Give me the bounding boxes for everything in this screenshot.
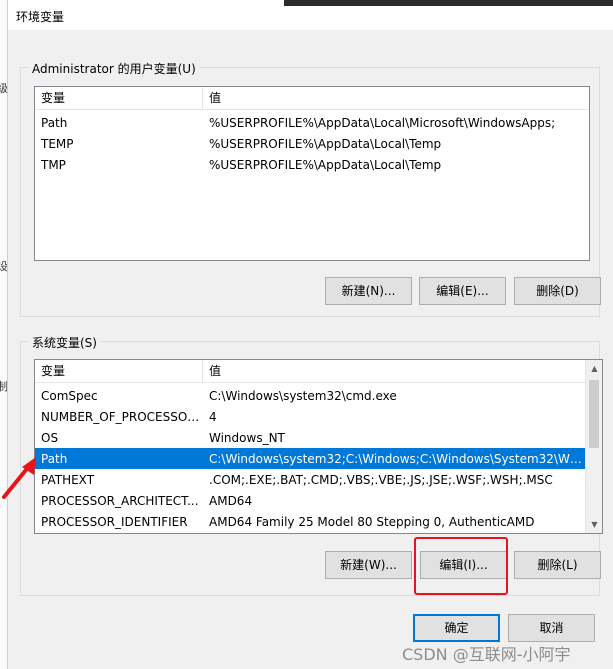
table-row[interactable]: TMP %USERPROFILE%\AppData\Local\Temp: [35, 154, 589, 175]
variable-name: ComSpec: [41, 388, 98, 403]
table-row[interactable]: NUMBER_OF_PROCESSORS 4: [35, 406, 586, 427]
table-row[interactable]: PROCESSOR_IDENTIFIER AMD64 Family 25 Mod…: [35, 511, 586, 532]
system-variables-label: 系统变量(S): [29, 334, 100, 351]
variable-value: Windows_NT: [209, 430, 285, 445]
variable-value: .COM;.EXE;.BAT;.CMD;.VBS;.VBE;.JS;.JSE;.…: [209, 472, 553, 487]
variable-name: Path: [41, 115, 68, 130]
table-row[interactable]: PATHEXT .COM;.EXE;.BAT;.CMD;.VBS;.VBE;.J…: [35, 469, 586, 490]
variable-value: %USERPROFILE%\AppData\Local\Temp: [209, 157, 442, 172]
variable-name: NUMBER_OF_PROCESSORS: [41, 409, 203, 424]
variable-name: PATHEXT: [41, 472, 95, 487]
variable-name: Path: [41, 451, 68, 466]
variable-name: PROCESSOR_ARCHITECT...: [41, 493, 199, 508]
csdn-watermark: CSDN @互联网-小阿宇: [402, 645, 571, 664]
red-arrow-icon: [2, 457, 36, 499]
variable-value: AMD64 Family 25 Model 80 Stepping 0, Aut…: [209, 514, 535, 529]
table-row[interactable]: Path %USERPROFILE%\AppData\Local\Microso…: [35, 112, 589, 133]
variable-value: C:\Windows\system32;C:\Windows;C:\Window…: [209, 451, 586, 466]
variable-value: AMD64: [209, 493, 253, 508]
user-variables-label: Administrator 的用户变量(U): [29, 60, 199, 77]
column-header-value[interactable]: 值: [203, 360, 586, 383]
variable-name: TEMP: [41, 136, 74, 151]
scrollbar-thumb[interactable]: [589, 380, 599, 448]
variable-name: TMP: [41, 157, 66, 172]
column-header-variable[interactable]: 变量: [35, 87, 203, 110]
variable-value: 4: [209, 409, 217, 424]
system-variables-list[interactable]: 变量 值 ComSpec C:\Windows\system32\cmd.exe…: [34, 359, 603, 534]
user-new-button[interactable]: 新建(N)...: [325, 277, 412, 305]
variable-name: OS: [41, 430, 59, 445]
title-bar-overlap: [284, 0, 613, 6]
variable-name: PROCESSOR_IDENTIFIER: [41, 514, 188, 529]
system-list-scrollbar[interactable]: ▲ ▼: [585, 360, 602, 533]
column-header-value[interactable]: 值: [203, 87, 589, 110]
user-edit-button[interactable]: 编辑(E)...: [419, 277, 506, 305]
list-header: 变量 值: [35, 87, 589, 110]
table-row[interactable]: PROCESSOR_ARCHITECT... AMD64: [35, 490, 586, 511]
table-row-selected[interactable]: Path C:\Windows\system32;C:\Windows;C:\W…: [35, 448, 586, 469]
user-variables-list[interactable]: 变量 值 Path %USERPROFILE%\AppData\Local\Mi…: [34, 86, 590, 261]
variable-value: C:\Windows\system32\cmd.exe: [209, 388, 397, 403]
window-title: 环境变量: [16, 10, 65, 24]
list-header: 变量 值: [35, 360, 586, 383]
variable-value: %USERPROFILE%\AppData\Local\Temp: [209, 136, 442, 151]
table-row[interactable]: TEMP %USERPROFILE%\AppData\Local\Temp: [35, 133, 589, 154]
table-row[interactable]: ComSpec C:\Windows\system32\cmd.exe: [35, 385, 586, 406]
annotation-highlight-box: [414, 537, 508, 595]
environment-variables-dialog: 环境变量 Administrator 的用户变量(U) 变量 值 Path %U…: [7, 0, 613, 669]
column-header-variable[interactable]: 变量: [35, 360, 203, 383]
ok-button[interactable]: 确定: [413, 614, 500, 642]
system-new-button[interactable]: 新建(W)...: [325, 551, 412, 579]
cancel-button[interactable]: 取消: [508, 614, 595, 642]
system-delete-button[interactable]: 删除(L): [514, 551, 601, 579]
table-row[interactable]: OS Windows_NT: [35, 427, 586, 448]
title-bar[interactable]: 环境变量: [8, 0, 613, 30]
user-delete-button[interactable]: 删除(D): [514, 277, 601, 305]
scroll-up-icon[interactable]: ▲: [586, 360, 602, 377]
variable-value: %USERPROFILE%\AppData\Local\Microsoft\Wi…: [209, 115, 556, 130]
scroll-down-icon[interactable]: ▼: [586, 516, 602, 533]
